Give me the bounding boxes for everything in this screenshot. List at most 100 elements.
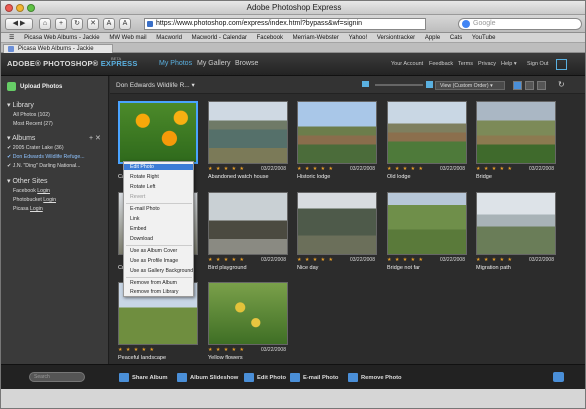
- close-window-button[interactable]: [5, 4, 13, 12]
- bookmark-item[interactable]: MW Web mail: [109, 35, 146, 41]
- rating-stars[interactable]: ★ ★ ★ ★ ★: [387, 166, 424, 172]
- bookmark-item[interactable]: Merriam-Webster: [293, 35, 339, 41]
- view-order-select[interactable]: View (Custom Order) ▾: [435, 81, 505, 90]
- menu-gallery-background[interactable]: Use as Gallery Background: [130, 268, 193, 274]
- photo-tile[interactable]: ★ ★ ★ ★ ★ 03/22/2008 Migration path: [476, 192, 556, 272]
- menu-link[interactable]: Link: [130, 216, 140, 222]
- text-larger-button[interactable]: A: [119, 18, 131, 30]
- info-panel-icon[interactable]: [553, 372, 564, 382]
- browser-search-field[interactable]: Google: [458, 18, 582, 30]
- album-slideshow-button[interactable]: Album Slideshow: [177, 373, 238, 382]
- browser-tab[interactable]: Picasa Web Albums - Jackie: [3, 44, 113, 53]
- photo-thumbnail[interactable]: [208, 282, 288, 345]
- photo-thumbnail[interactable]: [297, 101, 377, 164]
- photo-tile[interactable]: ★ ★ ★ ★ ★ 03/22/2008 Historic lodge: [297, 101, 377, 181]
- bookmarks-icon[interactable]: ☰: [9, 35, 14, 41]
- album-item-ding-darling[interactable]: ✔ J.N. "Ding" Darling National...: [7, 163, 81, 169]
- other-sites-header[interactable]: ▾ Other Sites: [7, 177, 47, 185]
- nav-my-gallery[interactable]: My Gallery: [197, 60, 230, 67]
- nav-my-photos[interactable]: My Photos: [159, 60, 192, 67]
- share-album-button[interactable]: Share Album: [119, 373, 168, 382]
- facebook-login[interactable]: Facebook Login: [13, 188, 50, 194]
- stop-icon[interactable]: ✕: [87, 18, 99, 30]
- photo-tile[interactable]: ★ ★ ★ ★ ★ 03/22/2008 Yellow flowers: [208, 282, 288, 362]
- photo-thumbnail[interactable]: [118, 101, 198, 164]
- nav-help[interactable]: Help ▾: [501, 61, 517, 67]
- email-photo-button[interactable]: E-mail Photo: [290, 373, 338, 382]
- picasa-login[interactable]: Picasa Login: [13, 206, 43, 212]
- fullscreen-icon[interactable]: [556, 59, 567, 70]
- photo-thumbnail[interactable]: [476, 192, 556, 255]
- photo-thumbnail[interactable]: [208, 192, 288, 255]
- library-all-photos[interactable]: All Photos (102): [13, 112, 50, 118]
- album-item-don-edwards[interactable]: ✔ Don Edwards Wildlife Refuge...: [7, 154, 85, 160]
- bookmark-item[interactable]: Macworld: [156, 35, 182, 41]
- albums-header[interactable]: ▾ Albums: [7, 134, 35, 142]
- photobucket-login[interactable]: Photobucket Login: [13, 197, 56, 203]
- rating-stars[interactable]: ★ ★ ★ ★ ★: [476, 257, 513, 263]
- menu-embed[interactable]: Embed: [130, 226, 146, 232]
- photo-tile[interactable]: ★ ★ ★ ★ ★ 03/22/2008 Bridge not far: [387, 192, 467, 272]
- detail-view-icon[interactable]: [537, 81, 546, 90]
- back-forward-buttons[interactable]: ◀ ▶: [5, 18, 33, 30]
- library-header[interactable]: ▾ Library: [7, 101, 34, 109]
- rating-stars[interactable]: ★ ★ ★ ★ ★: [208, 347, 245, 353]
- menu-album-cover[interactable]: Use as Album Cover: [130, 248, 177, 254]
- menu-remove-from-library[interactable]: Remove from Library: [130, 289, 178, 295]
- menu-profile-image[interactable]: Use as Profile Image: [130, 258, 178, 264]
- rating-stars[interactable]: ★ ★ ★ ★ ★: [208, 166, 245, 172]
- photo-thumbnail[interactable]: [208, 101, 288, 164]
- bookmark-item[interactable]: YouTube: [472, 35, 496, 41]
- photo-thumbnail[interactable]: [476, 101, 556, 164]
- grid-view-icon[interactable]: [513, 81, 522, 90]
- menu-remove-from-album[interactable]: Remove from Album: [130, 280, 177, 286]
- nav-terms[interactable]: Terms: [458, 61, 473, 67]
- photo-tile[interactable]: ★ ★ ★ ★ ★ 03/22/2008 Abandoned watch hou…: [208, 101, 288, 181]
- rating-stars[interactable]: ★ ★ ★ ★ ★: [297, 257, 334, 263]
- photo-thumbnail[interactable]: [387, 192, 467, 255]
- album-actions[interactable]: + ✕: [89, 134, 101, 142]
- text-smaller-button[interactable]: A: [103, 18, 115, 30]
- rating-stars[interactable]: ★ ★ ★ ★ ★: [297, 166, 334, 172]
- photo-search-input[interactable]: Search: [29, 372, 85, 382]
- rating-stars[interactable]: ★ ★ ★ ★ ★: [118, 347, 155, 353]
- rating-stars[interactable]: ★ ★ ★ ★ ★: [387, 257, 424, 263]
- minimize-window-button[interactable]: [16, 4, 24, 12]
- reload-icon[interactable]: ↻: [71, 18, 83, 30]
- photo-thumbnail[interactable]: [297, 192, 377, 255]
- address-bar[interactable]: https://www.photoshop.com/express/index.…: [144, 18, 426, 30]
- rating-stars[interactable]: ★ ★ ★ ★ ★: [476, 166, 513, 172]
- nav-your-account[interactable]: Your Account: [391, 61, 423, 67]
- rating-stars[interactable]: ★ ★ ★ ★ ★: [208, 257, 245, 263]
- menu-rotate-left[interactable]: Rotate Left: [130, 184, 155, 190]
- add-bookmark-icon[interactable]: +: [55, 18, 67, 30]
- library-most-recent[interactable]: Most Recent (27): [13, 121, 53, 127]
- edit-photo-button[interactable]: Edit Photo: [244, 373, 286, 382]
- bookmark-item[interactable]: Versiontracker: [377, 35, 415, 41]
- photo-tile[interactable]: ★ ★ ★ ★ ★ 03/22/2008 Old lodge: [387, 101, 467, 181]
- bookmark-item[interactable]: Cats: [450, 35, 462, 41]
- zoom-slider[interactable]: [375, 84, 423, 86]
- remove-photo-button[interactable]: Remove Photo: [348, 373, 402, 382]
- menu-rotate-right[interactable]: Rotate Right: [130, 174, 159, 180]
- photo-tile[interactable]: ★ ★ ★ ★ ★ 03/22/2008 Bird playground: [208, 192, 288, 272]
- bookmark-item[interactable]: Macworld - Calendar: [192, 35, 247, 41]
- bookmark-item[interactable]: Facebook: [257, 35, 283, 41]
- nav-browse[interactable]: Browse: [235, 60, 258, 67]
- album-item-crater-lake[interactable]: ✔ 2005 Crater Lake (36): [7, 145, 64, 151]
- nav-sign-out[interactable]: Sign Out: [527, 61, 548, 67]
- nav-feedback[interactable]: Feedback: [429, 61, 453, 67]
- photo-tile[interactable]: ★ ★ ★ ★ ★ 03/22/2008 Nice day: [297, 192, 377, 272]
- zoom-window-button[interactable]: [27, 4, 35, 12]
- photo-thumbnail[interactable]: [387, 101, 467, 164]
- home-icon[interactable]: ⌂: [39, 18, 51, 30]
- bookmark-item[interactable]: Picasa Web Albums - Jackie: [24, 35, 100, 41]
- album-title-dropdown[interactable]: Don Edwards Wildlife R... ▾: [116, 81, 195, 89]
- bookmark-item[interactable]: Apple: [425, 35, 440, 41]
- photo-tile[interactable]: ★ ★ ★ ★ ★ 03/22/2008 Bridge: [476, 101, 556, 181]
- bookmark-item[interactable]: Yahoo!: [349, 35, 368, 41]
- list-view-icon[interactable]: [525, 81, 534, 90]
- menu-edit-photo[interactable]: Edit Photo: [124, 164, 193, 170]
- nav-privacy[interactable]: Privacy: [478, 61, 496, 67]
- menu-download[interactable]: Download: [130, 236, 153, 242]
